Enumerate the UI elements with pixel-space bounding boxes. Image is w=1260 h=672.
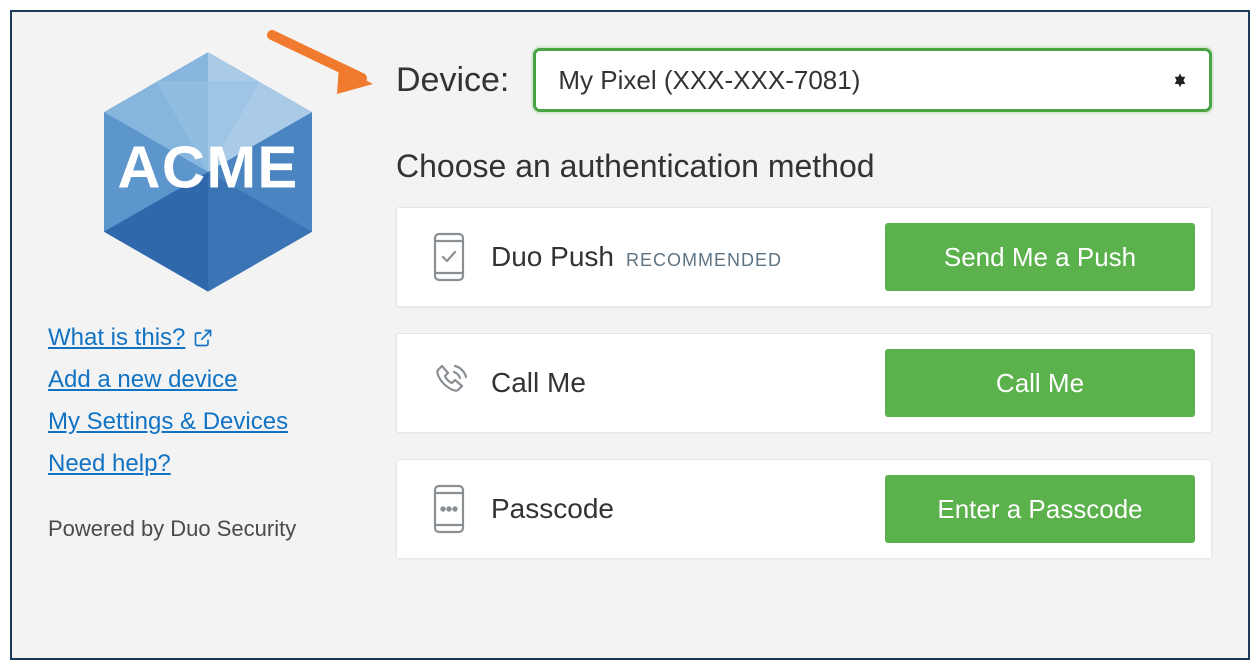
device-label: Device: bbox=[396, 61, 509, 100]
method-passcode-label: Passcode bbox=[491, 493, 614, 525]
link-add-device[interactable]: Add a new device bbox=[48, 366, 237, 394]
select-caret-icon: ▲▼ bbox=[1171, 71, 1189, 89]
device-selected-value: My Pixel (XXX-XXX-7081) bbox=[558, 65, 860, 96]
phone-passcode-icon bbox=[421, 483, 477, 535]
device-select[interactable]: My Pixel (XXX-XXX-7081) ▲▼ bbox=[533, 48, 1212, 112]
help-links: What is this? Add a new device My Settin… bbox=[48, 324, 368, 492]
method-row-push: Duo Push RECOMMENDED Send Me a Push bbox=[396, 207, 1212, 307]
recommended-badge: RECOMMENDED bbox=[626, 250, 782, 271]
method-row-passcode: Passcode Enter a Passcode bbox=[396, 459, 1212, 559]
sidebar: ACME What is this? Add a new device My S… bbox=[48, 42, 368, 628]
phone-check-icon bbox=[421, 231, 477, 283]
powered-by-text: Powered by Duo Security bbox=[48, 516, 368, 542]
external-link-icon bbox=[193, 328, 213, 348]
phone-call-icon bbox=[421, 360, 477, 406]
method-row-call: Call Me Call Me bbox=[396, 333, 1212, 433]
choose-method-heading: Choose an authentication method bbox=[396, 148, 1212, 185]
method-call-label: Call Me bbox=[491, 367, 586, 399]
link-need-help[interactable]: Need help? bbox=[48, 450, 171, 478]
call-me-button[interactable]: Call Me bbox=[885, 349, 1195, 417]
main-panel: Device: My Pixel (XXX-XXX-7081) ▲▼ Choos… bbox=[368, 42, 1212, 628]
device-row: Device: My Pixel (XXX-XXX-7081) ▲▼ bbox=[396, 48, 1212, 112]
method-push-label: Duo Push bbox=[491, 241, 614, 273]
logo-text: ACME bbox=[117, 134, 298, 201]
enter-passcode-button[interactable]: Enter a Passcode bbox=[885, 475, 1195, 543]
link-what-is-this[interactable]: What is this? bbox=[48, 324, 213, 352]
acme-logo: ACME bbox=[78, 42, 338, 302]
auth-prompt-frame: ACME What is this? Add a new device My S… bbox=[10, 10, 1250, 660]
link-my-settings[interactable]: My Settings & Devices bbox=[48, 408, 288, 436]
send-push-button[interactable]: Send Me a Push bbox=[885, 223, 1195, 291]
